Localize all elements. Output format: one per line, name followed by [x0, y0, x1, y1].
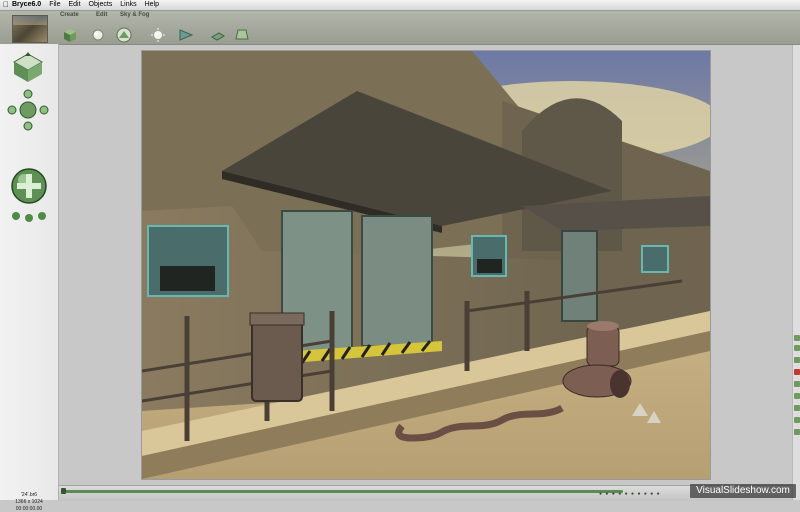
- timecode: 00:00:00.00: [15, 506, 43, 512]
- menu-bar:  Bryce6.0 File Edit Objects Links Help: [0, 0, 800, 11]
- playback-controls-icon[interactable]: ● ● ● ● ● ● ● ● ● ●: [599, 491, 661, 497]
- trackball-icon[interactable]: [6, 164, 52, 224]
- menu-file[interactable]: File: [49, 0, 60, 10]
- view-control-icon[interactable]: [10, 50, 46, 86]
- control-panel: '24'.br6 1366 x 1024 00:00:00.00: [0, 44, 59, 512]
- menu-links[interactable]: Links: [120, 0, 136, 10]
- file-name: '24'.br6: [20, 492, 38, 498]
- record-icon[interactable]: [794, 369, 800, 375]
- strip-tool-icon[interactable]: [794, 405, 800, 411]
- camera-cross-control-icon[interactable]: [6, 88, 50, 132]
- strip-tool-icon[interactable]: [794, 429, 800, 435]
- menu-objects[interactable]: Objects: [89, 0, 113, 10]
- timeline-scrubber[interactable]: [63, 490, 623, 493]
- strip-tool-icon[interactable]: [794, 393, 800, 399]
- cube-object-icon[interactable]: [62, 27, 78, 43]
- workspace: [59, 45, 792, 485]
- watermark: VisualSlideshow.com: [690, 484, 796, 498]
- light-icon[interactable]: [150, 27, 166, 43]
- camera-icon[interactable]: [178, 27, 194, 43]
- render-thumbnail[interactable]: [12, 15, 48, 43]
- light-sphere-icon[interactable]: [90, 27, 106, 43]
- animation-timeline: ● ● ● ● ● ● ● ● ● ●: [59, 485, 792, 501]
- strip-tool-icon[interactable]: [794, 357, 800, 363]
- strip-tool-icon[interactable]: [794, 345, 800, 351]
- strip-tool-icon[interactable]: [794, 335, 800, 341]
- tab-sky-fog[interactable]: Sky & Fog: [120, 12, 149, 18]
- plane-icon[interactable]: [210, 27, 226, 43]
- render-view[interactable]: [141, 50, 711, 480]
- tab-create[interactable]: Create: [60, 12, 79, 18]
- terrain-icon[interactable]: [116, 27, 132, 43]
- menu-help[interactable]: Help: [145, 0, 159, 10]
- strip-tool-icon[interactable]: [794, 417, 800, 423]
- app-menu[interactable]: Bryce6.0: [12, 0, 41, 10]
- rendered-scene: [142, 51, 710, 479]
- menu-edit[interactable]: Edit: [68, 0, 80, 10]
- tab-edit[interactable]: Edit: [96, 12, 107, 18]
- material-icon[interactable]: [234, 27, 250, 43]
- timeline-knob[interactable]: [61, 488, 66, 494]
- strip-tool-icon[interactable]: [794, 381, 800, 387]
- apple-menu-icon[interactable]: : [0, 0, 12, 10]
- right-tool-strip: [792, 45, 800, 500]
- main-toolbar: Create Edit Sky & Fog: [0, 11, 800, 45]
